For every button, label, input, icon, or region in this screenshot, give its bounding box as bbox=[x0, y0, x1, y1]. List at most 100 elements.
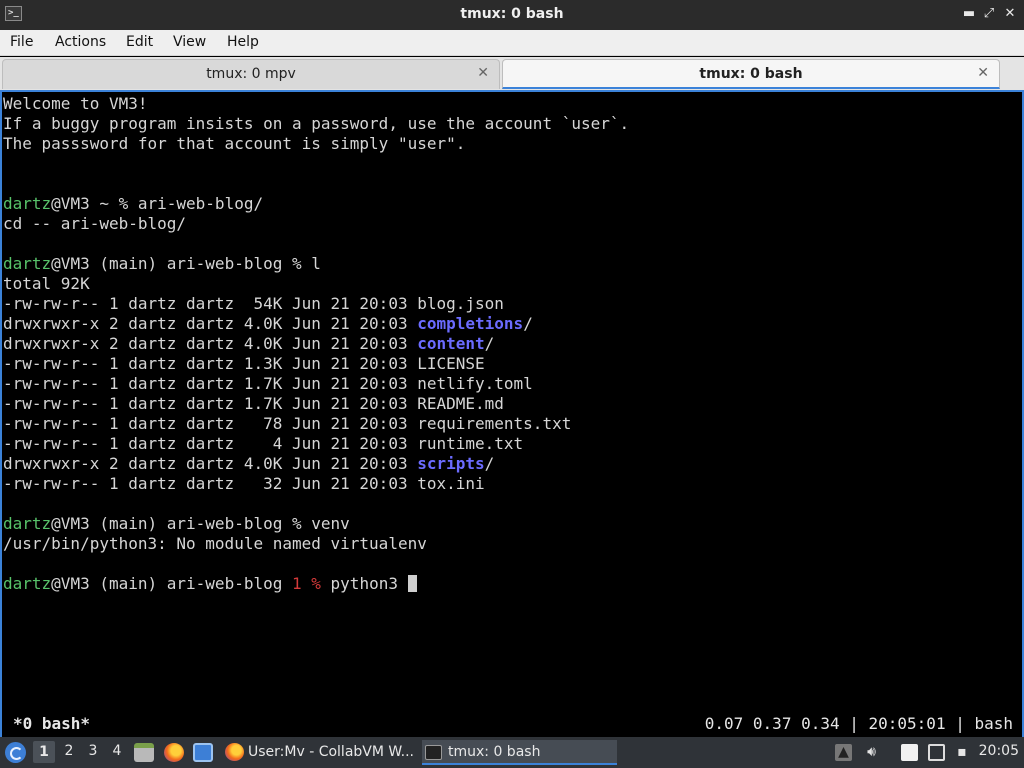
terminal-line: The passsword for that account is simply… bbox=[3, 134, 629, 154]
terminal-line: dartz@VM3 (main) ari-web-blog 1 % python… bbox=[3, 574, 629, 594]
terminal-text: -rw-rw-r-- 1 dartz dartz 1.3K Jun 21 20:… bbox=[3, 354, 485, 373]
start-menu-icon[interactable] bbox=[5, 742, 26, 763]
terminal-line: -rw-rw-r-- 1 dartz dartz 32 Jun 21 20:03… bbox=[3, 474, 629, 494]
menu-edit[interactable]: Edit bbox=[126, 34, 153, 50]
menu-file[interactable]: File bbox=[10, 34, 33, 50]
terminal-line: drwxrwxr-x 2 dartz dartz 4.0K Jun 21 20:… bbox=[3, 334, 629, 354]
workspace-3[interactable]: 3 bbox=[82, 743, 104, 759]
terminal-output: Welcome to VM3! If a buggy program insist… bbox=[3, 94, 629, 594]
terminal-line: If a buggy program insists on a password… bbox=[3, 114, 629, 134]
terminal-text: / bbox=[484, 334, 495, 353]
terminal-text: @VM3 ~ % ari-web-blog/ bbox=[51, 194, 264, 213]
terminal-text: @VM3 (main) ari-web-blog bbox=[51, 574, 292, 593]
terminal-text: /usr/bin/python3: No module named virtua… bbox=[3, 534, 427, 553]
menu-view[interactable]: View bbox=[173, 34, 206, 50]
terminal-text: / bbox=[484, 454, 495, 473]
task-label: tmux: 0 bash bbox=[448, 744, 541, 760]
volume-icon[interactable]: 🔊︎ bbox=[863, 744, 880, 761]
tab-tmux-bash[interactable]: tmux: 0 bash ✕ bbox=[502, 59, 1000, 89]
task-firefox-collabvm[interactable]: User:Mv - CollabVM W... bbox=[222, 740, 417, 765]
exit-status: 1 % bbox=[292, 574, 321, 593]
terminal-line: dartz@VM3 ~ % ari-web-blog/ bbox=[3, 194, 629, 214]
menu-actions[interactable]: Actions bbox=[55, 34, 106, 50]
menu-help[interactable]: Help bbox=[227, 34, 259, 50]
terminal-line: Welcome to VM3! bbox=[3, 94, 629, 114]
terminal-text: -rw-rw-r-- 1 dartz dartz 32 Jun 21 20:03… bbox=[3, 474, 485, 493]
status-icon[interactable]: ▪ bbox=[955, 744, 969, 761]
terminal-line: /usr/bin/python3: No module named virtua… bbox=[3, 534, 629, 554]
file-manager-icon[interactable] bbox=[134, 743, 154, 762]
close-icon[interactable]: ✕ bbox=[977, 65, 989, 81]
directory-name: content bbox=[417, 334, 485, 353]
tmux-status-bar: *0 bash* 0.07 0.37 0.34 | 20:05:01 | bas… bbox=[2, 714, 1022, 734]
terminal-line: -rw-rw-r-- 1 dartz dartz 1.7K Jun 21 20:… bbox=[3, 374, 629, 394]
terminal-text: total 92K bbox=[3, 274, 90, 293]
terminal-text: cd -- ari-web-blog/ bbox=[3, 214, 187, 233]
prompt-username: dartz bbox=[3, 514, 52, 533]
close-icon[interactable]: ✕ bbox=[477, 65, 489, 81]
window-titlebar[interactable]: >_ tmux: 0 bash ▬ ⤢ ✕ bbox=[0, 0, 1024, 30]
terminal-line: cd -- ari-web-blog/ bbox=[3, 214, 629, 234]
tab-tmux-mpv[interactable]: tmux: 0 mpv ✕ bbox=[2, 59, 500, 89]
tab-label: tmux: 0 bash bbox=[699, 66, 803, 82]
terminal-text: Welcome to VM3! bbox=[3, 94, 148, 113]
terminal-line: drwxrwxr-x 2 dartz dartz 4.0K Jun 21 20:… bbox=[3, 454, 629, 474]
firefox-icon bbox=[225, 743, 244, 761]
upload-icon[interactable]: ▲ bbox=[835, 744, 852, 761]
terminal-text: If a buggy program insists on a password… bbox=[3, 114, 630, 133]
minimize-icon[interactable]: ▬ bbox=[960, 4, 978, 24]
terminal-text: python3 bbox=[320, 574, 408, 593]
restore-icon[interactable]: ⤢ bbox=[980, 4, 998, 24]
prompt-username: dartz bbox=[3, 574, 52, 593]
tab-label: tmux: 0 mpv bbox=[206, 66, 296, 82]
terminal-text: @VM3 (main) ari-web-blog % l bbox=[51, 254, 321, 273]
terminal-line: -rw-rw-r-- 1 dartz dartz 1.3K Jun 21 20:… bbox=[3, 354, 629, 374]
directory-name: scripts bbox=[417, 454, 485, 473]
terminal-text: -rw-rw-r-- 1 dartz dartz 1.7K Jun 21 20:… bbox=[3, 394, 504, 413]
prompt-username: dartz bbox=[3, 254, 52, 273]
terminal-text: -rw-rw-r-- 1 dartz dartz 1.7K Jun 21 20:… bbox=[3, 374, 533, 393]
firefox-icon[interactable] bbox=[164, 743, 184, 762]
terminal-text: drwxrwxr-x 2 dartz dartz 4.0K Jun 21 20:… bbox=[3, 314, 418, 333]
text-cursor bbox=[407, 575, 417, 592]
workspace-1[interactable]: 1 bbox=[33, 741, 55, 763]
terminal-text: -rw-rw-r-- 1 dartz dartz 4 Jun 21 20:03 … bbox=[3, 434, 524, 453]
show-desktop-icon[interactable] bbox=[193, 743, 213, 762]
terminal-line: -rw-rw-r-- 1 dartz dartz 78 Jun 21 20:03… bbox=[3, 414, 629, 434]
tmux-status-right: 0.07 0.37 0.34 | 20:05:01 | bash bbox=[704, 714, 1013, 733]
workspace-2[interactable]: 2 bbox=[58, 743, 80, 759]
terminal-text: @VM3 (main) ari-web-blog % venv bbox=[51, 514, 350, 533]
terminal-line: -rw-rw-r-- 1 dartz dartz 1.7K Jun 21 20:… bbox=[3, 394, 629, 414]
terminal-line: drwxrwxr-x 2 dartz dartz 4.0K Jun 21 20:… bbox=[3, 314, 629, 334]
terminal-line: -rw-rw-r-- 1 dartz dartz 54K Jun 21 20:0… bbox=[3, 294, 629, 314]
window-title: tmux: 0 bash bbox=[460, 6, 564, 22]
tab-bar: tmux: 0 mpv ✕ tmux: 0 bash ✕ bbox=[0, 57, 1024, 90]
task-tmux-bash[interactable]: tmux: 0 bash bbox=[422, 740, 617, 765]
tmux-window-name: *0 bash* bbox=[13, 714, 91, 733]
terminal-view[interactable]: Welcome to VM3! If a buggy program insist… bbox=[0, 90, 1024, 737]
task-label: User:Mv - CollabVM W... bbox=[248, 744, 414, 760]
close-icon[interactable]: ✕ bbox=[1001, 4, 1019, 24]
terminal-text: drwxrwxr-x 2 dartz dartz 4.0K Jun 21 20:… bbox=[3, 334, 418, 353]
terminal-text: -rw-rw-r-- 1 dartz dartz 54K Jun 21 20:0… bbox=[3, 294, 504, 313]
terminal-line: dartz@VM3 (main) ari-web-blog % venv bbox=[3, 514, 629, 534]
terminal-text: / bbox=[523, 314, 533, 333]
terminal-line: total 92K bbox=[3, 274, 629, 294]
clipboard-icon[interactable] bbox=[901, 744, 918, 761]
directory-name: completions bbox=[417, 314, 524, 333]
terminal-line: dartz@VM3 (main) ari-web-blog % l bbox=[3, 254, 629, 274]
network-icon[interactable] bbox=[928, 744, 945, 761]
terminal-text: The passsword for that account is simply… bbox=[3, 134, 466, 153]
terminal-text: drwxrwxr-x 2 dartz dartz 4.0K Jun 21 20:… bbox=[3, 454, 418, 473]
taskbar: 1 2 3 4 User:Mv - CollabVM W... tmux: 0 … bbox=[0, 737, 1024, 768]
terminal-text: -rw-rw-r-- 1 dartz dartz 78 Jun 21 20:03… bbox=[3, 414, 572, 433]
terminal-icon bbox=[425, 745, 442, 760]
menu-bar: File Actions Edit View Help bbox=[0, 30, 1024, 56]
clock[interactable]: 20:05 bbox=[979, 743, 1019, 759]
workspace-4[interactable]: 4 bbox=[106, 743, 128, 759]
